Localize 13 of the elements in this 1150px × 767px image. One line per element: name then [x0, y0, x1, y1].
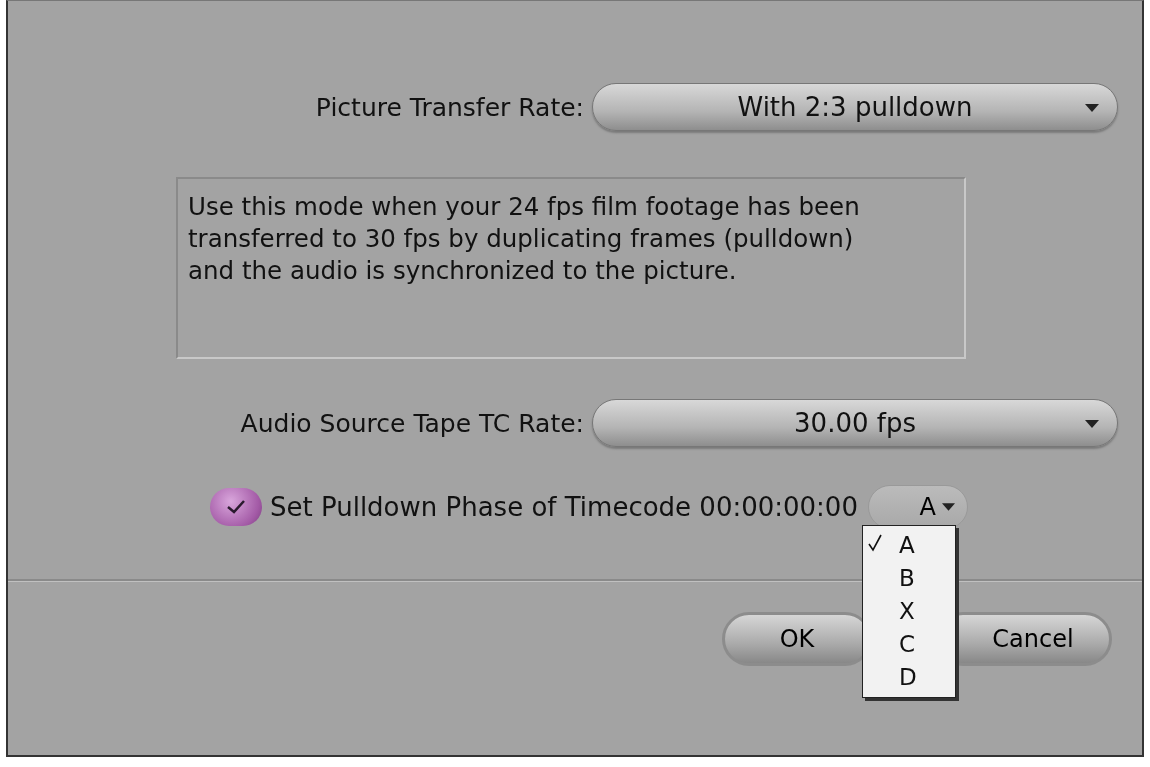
caret-icon — [1085, 420, 1099, 428]
field-label: Audio Source Tape TC Rate: — [239, 408, 585, 438]
check-icon — [225, 499, 247, 515]
menu-item[interactable]: B — [862, 561, 955, 594]
audio-rate-dropdown[interactable]: 30.00 fps — [592, 399, 1118, 447]
checkbox-label: Set Pulldown Phase of Timecode 00:00:00:00 — [270, 492, 858, 522]
description-text: Use this mode when your 24 fps film footage has been transferred to 30 fps by duplicating frames (pulldown) and the audio is synchronized to the picture. — [176, 177, 966, 359]
menu-item[interactable]: A — [862, 528, 955, 561]
caret-icon — [941, 503, 955, 511]
field-label: Picture Transfer Rate: — [314, 92, 585, 122]
caret-icon — [1085, 104, 1099, 112]
transfer-rate-dropdown[interactable]: With 2:3 pulldown — [592, 83, 1118, 131]
checkbox[interactable] — [210, 488, 262, 526]
